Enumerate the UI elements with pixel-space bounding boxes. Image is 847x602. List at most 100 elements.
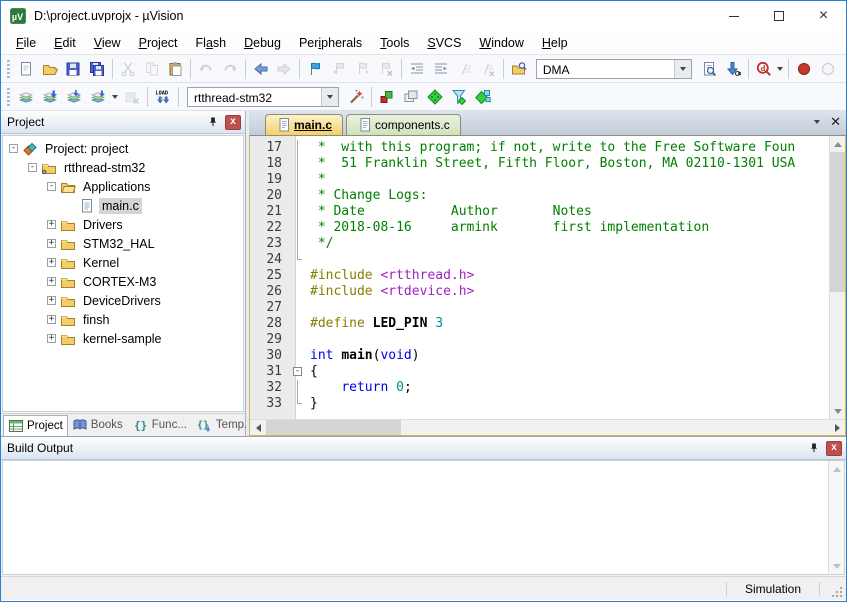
manage-window-layouts-button[interactable] [399, 85, 423, 109]
indent-button[interactable] [429, 57, 453, 81]
build-output-scrollbar[interactable] [828, 461, 844, 574]
target-combobox[interactable]: rtthread-stm32 [187, 87, 339, 107]
editor-vertical-scrollbar[interactable] [829, 136, 845, 419]
software-packs-button[interactable] [471, 85, 495, 109]
maximize-button[interactable] [756, 1, 801, 31]
resize-grip[interactable] [828, 583, 844, 599]
tree-item-kernel-sample[interactable]: +kernel-sample [3, 329, 243, 348]
scrollbar-track[interactable] [829, 477, 844, 558]
unindent-button[interactable] [405, 57, 429, 81]
document-list-dropdown-icon[interactable] [814, 120, 820, 124]
bookmark-toggle-button[interactable] [303, 57, 327, 81]
close-button[interactable]: × [801, 1, 846, 31]
comment-selection-button[interactable] [453, 57, 477, 81]
tree-item-stm32-hal[interactable]: +STM32_HAL [3, 234, 243, 253]
fold-marker[interactable]: - [290, 364, 310, 380]
menu-project[interactable]: Project [130, 33, 187, 53]
options-for-target-button[interactable] [344, 85, 368, 109]
bookmark-next-button[interactable] [351, 57, 375, 81]
scroll-up-button[interactable] [830, 136, 846, 152]
expand-icon[interactable]: + [47, 258, 56, 267]
navigate-forward-button[interactable] [272, 57, 296, 81]
batch-build-button[interactable] [86, 85, 110, 109]
scrollbar-track[interactable] [830, 292, 845, 403]
incremental-find-button[interactable] [721, 57, 745, 81]
menu-file[interactable]: File [7, 33, 45, 53]
pin-icon[interactable] [204, 113, 222, 131]
breakpoint-toggle-button[interactable] [792, 57, 816, 81]
project-tree[interactable]: -Project: project-rtthread-stm32-Applica… [2, 135, 244, 412]
expand-icon[interactable]: + [47, 296, 56, 305]
expand-icon[interactable]: + [47, 239, 56, 248]
find-dialog-button[interactable] [697, 57, 721, 81]
batch-build-dropdown-button[interactable] [110, 85, 120, 109]
expand-icon[interactable]: + [47, 277, 56, 286]
collapse-icon[interactable]: - [28, 163, 37, 172]
bookmark-previous-button[interactable] [327, 57, 351, 81]
target-combobox-dropdown-button[interactable] [321, 88, 338, 106]
tree-item-main-c[interactable]: main.c [3, 196, 243, 215]
doc-tab-components-c[interactable]: components.c [346, 114, 461, 135]
expand-icon[interactable]: + [47, 220, 56, 229]
expand-icon[interactable]: + [47, 315, 56, 324]
menu-edit[interactable]: Edit [45, 33, 85, 53]
manage-project-items-button[interactable] [423, 85, 447, 109]
tree-item-cortex-m3[interactable]: +CORTEX-M3 [3, 272, 243, 291]
tab-project[interactable]: Project [3, 415, 68, 436]
scroll-down-button[interactable] [829, 558, 845, 574]
build-output-content[interactable] [3, 461, 828, 574]
fold-collapse-icon[interactable]: - [293, 367, 302, 376]
collapse-icon[interactable]: - [9, 144, 18, 153]
file-extensions-books-button[interactable] [447, 85, 471, 109]
redo-button[interactable] [218, 57, 242, 81]
new-file-button[interactable] [14, 57, 38, 81]
build-output-close-button[interactable]: x [826, 441, 842, 456]
scrollbar-thumb[interactable] [830, 152, 845, 292]
menu-window[interactable]: Window [470, 33, 532, 53]
tab-books[interactable]: Books [68, 415, 127, 436]
menu-view[interactable]: View [85, 33, 130, 53]
search-combobox[interactable]: DMA [536, 59, 692, 79]
scroll-down-button[interactable] [830, 403, 846, 419]
menu-tools[interactable]: Tools [371, 33, 418, 53]
rebuild-all-button[interactable] [62, 85, 86, 109]
save-all-button[interactable] [85, 57, 109, 81]
toolbar-drag-handle[interactable] [7, 60, 10, 78]
open-file-button[interactable] [38, 57, 62, 81]
manage-run-time-environment-button[interactable] [375, 85, 399, 109]
scroll-up-button[interactable] [829, 461, 845, 477]
code-analysis-button[interactable]: d [752, 57, 776, 81]
scrollbar-track[interactable] [401, 420, 829, 435]
scroll-right-button[interactable] [829, 420, 845, 436]
project-panel-close-button[interactable]: x [225, 115, 241, 130]
document-close-icon[interactable]: ✕ [830, 116, 841, 128]
tree-item-kernel[interactable]: +Kernel [3, 253, 243, 272]
code-analysis-dropdown-button[interactable] [776, 57, 786, 81]
minimize-button[interactable] [711, 1, 756, 31]
bookmark-clear-all-button[interactable] [374, 57, 398, 81]
expand-icon[interactable]: + [47, 334, 56, 343]
pin-icon[interactable] [805, 439, 823, 457]
menu-svcs[interactable]: SVCS [418, 33, 470, 53]
translate-file-button[interactable] [14, 85, 38, 109]
paste-button[interactable] [163, 57, 187, 81]
stop-build-button[interactable] [120, 85, 144, 109]
breakpoint-kill-all-button[interactable] [840, 57, 846, 81]
breakpoint-enable-disable-button[interactable] [816, 57, 840, 81]
uncomment-selection-button[interactable] [476, 57, 500, 81]
menu-debug[interactable]: Debug [235, 33, 290, 53]
menu-peripherals[interactable]: Peripherals [290, 33, 371, 53]
build-button[interactable] [38, 85, 62, 109]
collapse-icon[interactable]: - [47, 182, 56, 191]
scroll-left-button[interactable] [250, 420, 266, 436]
download-to-flash-button[interactable]: LOAD [151, 85, 175, 109]
save-button[interactable] [61, 57, 85, 81]
copy-button[interactable] [140, 57, 164, 81]
scrollbar-thumb[interactable] [266, 420, 401, 435]
cut-button[interactable] [116, 57, 140, 81]
tree-item-finsh[interactable]: +finsh [3, 310, 243, 329]
toolbar-drag-handle[interactable] [7, 88, 10, 106]
editor-horizontal-scrollbar[interactable] [250, 419, 845, 435]
tree-item-devicedrivers[interactable]: +DeviceDrivers [3, 291, 243, 310]
search-combobox-dropdown-button[interactable] [674, 60, 691, 78]
